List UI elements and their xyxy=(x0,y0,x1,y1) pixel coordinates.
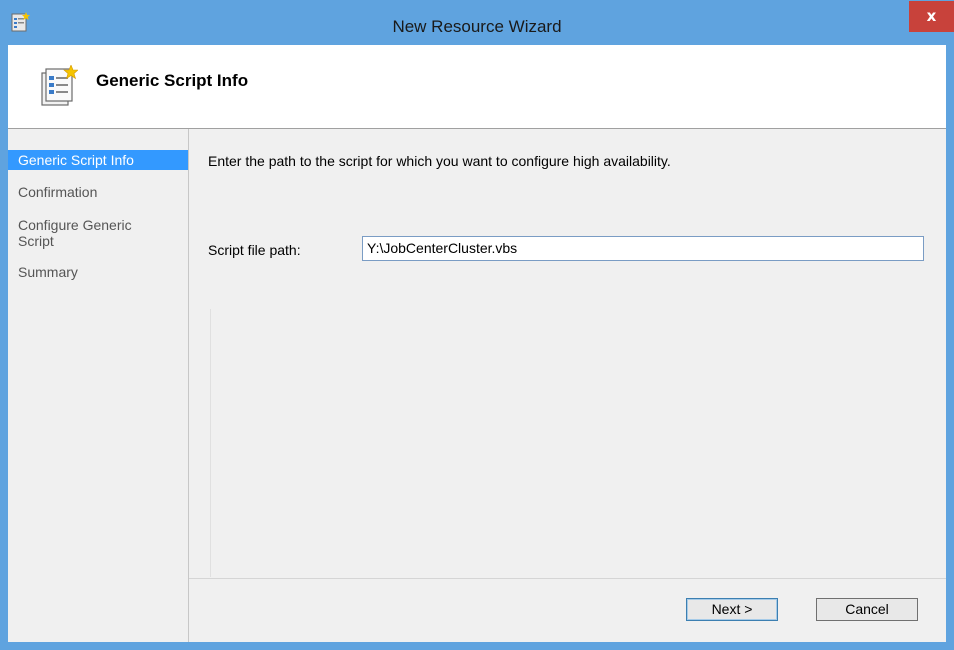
wizard-checklist-icon xyxy=(41,65,78,106)
wizard-content: Enter the path to the script for which y… xyxy=(189,129,946,642)
footer-separator xyxy=(189,578,946,579)
window-title: New Resource Wizard xyxy=(392,17,562,36)
cancel-button[interactable]: Cancel xyxy=(816,598,918,621)
script-path-label: Script file path: xyxy=(208,242,301,258)
nav-step-summary[interactable]: Summary xyxy=(8,264,188,281)
wizard-steps-nav: Generic Script Info Confirmation Configu… xyxy=(8,129,189,642)
nav-step-confirmation[interactable]: Confirmation xyxy=(8,184,188,201)
wizard-window: New Resource Wizard x Generic Script Inf… xyxy=(0,0,954,650)
wizard-header: Generic Script Info xyxy=(8,45,946,129)
nav-step-configure-generic-script[interactable]: Configure Generic Script xyxy=(8,217,168,249)
page-title: Generic Script Info xyxy=(96,71,249,90)
wizard-client-area: Generic Script Info Generic Script Info … xyxy=(8,45,946,642)
script-path-input[interactable]: Y:\JobCenterCluster.vbs xyxy=(362,236,924,261)
nav-step-generic-script-info[interactable]: Generic Script Info xyxy=(8,150,188,170)
content-divider xyxy=(210,309,211,577)
next-button[interactable]: Next > xyxy=(686,598,778,621)
close-button[interactable]: x xyxy=(909,1,954,32)
instruction-text: Enter the path to the script for which y… xyxy=(208,153,671,169)
title-bar[interactable]: New Resource Wizard x xyxy=(0,0,954,44)
